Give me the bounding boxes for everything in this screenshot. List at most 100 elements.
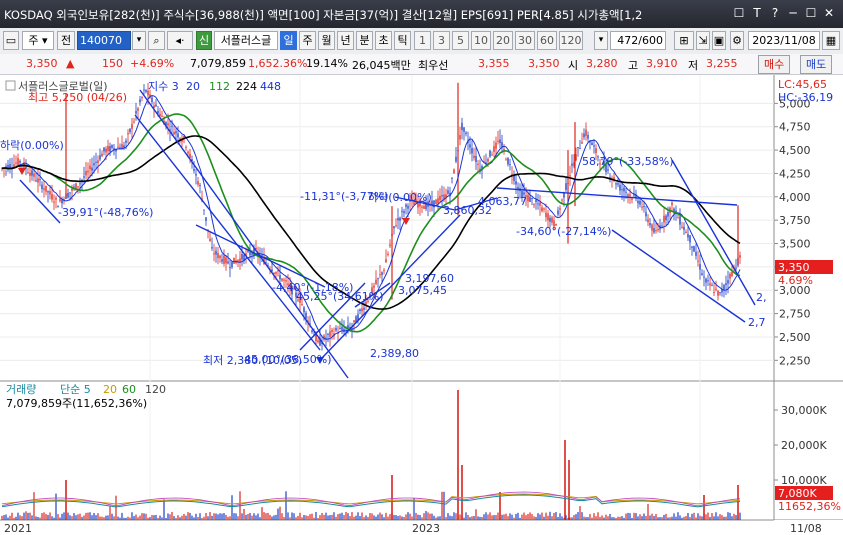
period-second-tab[interactable]: 초 bbox=[375, 31, 392, 50]
candle-body bbox=[29, 172, 31, 176]
period-week-tab[interactable]: 주 bbox=[299, 31, 316, 50]
candle-body bbox=[661, 225, 663, 227]
candle-body bbox=[193, 169, 195, 171]
candle-body bbox=[393, 226, 395, 229]
volume-bar bbox=[175, 517, 177, 520]
interval-120-button[interactable]: 120 bbox=[559, 31, 583, 50]
candle-body bbox=[151, 97, 153, 103]
interval-60-button[interactable]: 60 bbox=[537, 31, 557, 50]
candle-body bbox=[439, 195, 441, 201]
volume-bar bbox=[201, 517, 203, 520]
quote-bar: 3,350 ▲ 150 +4.69% 7,079,859 1,652.36% 1… bbox=[0, 54, 843, 75]
help-icon[interactable]: ? bbox=[767, 5, 783, 21]
candle-body bbox=[677, 217, 679, 219]
settings-icon[interactable]: ⚙ bbox=[730, 31, 744, 50]
candle-body bbox=[15, 162, 17, 164]
volume-bar bbox=[13, 517, 15, 520]
count-field[interactable]: 472/600 bbox=[610, 31, 666, 50]
restore-icon[interactable]: ☐ bbox=[731, 5, 747, 21]
volume-bar bbox=[677, 512, 679, 520]
legend-ma-label: 지수 3 bbox=[148, 80, 179, 93]
candle-body bbox=[437, 198, 439, 204]
candle-body bbox=[363, 307, 365, 310]
maximize-icon[interactable]: ☐ bbox=[803, 5, 819, 21]
save-icon[interactable]: ▣ bbox=[712, 31, 726, 50]
candle-body bbox=[67, 192, 69, 198]
interval-20-button[interactable]: 20 bbox=[493, 31, 513, 50]
annotation-a13: 45,00°(38,50%) bbox=[244, 353, 332, 366]
back-icon[interactable]: ◂· bbox=[167, 31, 193, 50]
text-icon[interactable]: T bbox=[749, 5, 765, 21]
volume-bar bbox=[419, 515, 421, 520]
minimize-icon[interactable]: ─ bbox=[785, 5, 801, 21]
sell-button[interactable]: 매도 bbox=[800, 55, 833, 74]
interval-10-button[interactable]: 10 bbox=[471, 31, 491, 50]
volume-bar bbox=[141, 513, 143, 520]
interval-5-button[interactable]: 5 bbox=[452, 31, 469, 50]
price-tick-label: 4,000 bbox=[779, 191, 811, 204]
volume-bar bbox=[605, 514, 607, 520]
chart-tool-icon[interactable]: ⊞ bbox=[674, 31, 694, 50]
volume-bar bbox=[453, 512, 455, 520]
buy-button[interactable]: 매수 bbox=[758, 55, 791, 74]
volume-legend-20: 20 bbox=[103, 383, 117, 396]
candle-body bbox=[641, 206, 643, 208]
annotation-left-drop: 하락(0.00%) bbox=[0, 138, 64, 152]
legend-toggle-icon[interactable] bbox=[5, 80, 16, 91]
volume-bar bbox=[655, 514, 657, 520]
interval-3-button[interactable]: 3 bbox=[433, 31, 450, 50]
price-tick-label: 4,250 bbox=[779, 167, 811, 180]
close-icon[interactable]: ✕ bbox=[821, 5, 837, 21]
volume-bar bbox=[229, 516, 231, 520]
interval-1-button[interactable]: 1 bbox=[414, 31, 431, 50]
candle-body bbox=[125, 140, 127, 143]
chart-area[interactable]: 5,0004,7504,5004,2504,0003,7503,5003,250… bbox=[0, 75, 843, 535]
candle-body bbox=[529, 197, 531, 202]
volume-bar bbox=[317, 517, 319, 520]
volume-bar bbox=[237, 516, 239, 520]
candle-body bbox=[491, 154, 493, 156]
volume-spike bbox=[564, 440, 566, 520]
volume-bar bbox=[53, 517, 55, 520]
volume-bar bbox=[139, 515, 141, 520]
volume-bar bbox=[149, 517, 151, 520]
high-value: 3,910 bbox=[646, 57, 678, 70]
candle-body bbox=[195, 174, 197, 176]
layout-icon[interactable]: ▭ bbox=[3, 31, 19, 50]
interval-30-button[interactable]: 30 bbox=[515, 31, 535, 50]
volume-bar bbox=[633, 512, 635, 520]
volume-bar bbox=[255, 515, 257, 520]
zoom-icon[interactable]: ⇲ bbox=[696, 31, 710, 50]
code-dropdown-icon[interactable]: ▾ bbox=[132, 31, 146, 50]
calendar-icon[interactable]: ▦ bbox=[822, 31, 840, 50]
volume-bar bbox=[189, 512, 191, 520]
candle-body bbox=[503, 148, 505, 150]
period-minute-tab[interactable]: 분 bbox=[356, 31, 373, 50]
candle-body bbox=[123, 145, 125, 148]
volume-bar bbox=[115, 495, 117, 520]
candle-body bbox=[209, 238, 211, 242]
period-day-tab[interactable]: 일 bbox=[280, 31, 297, 50]
period-tick-tab[interactable]: 틱 bbox=[394, 31, 411, 50]
market-select[interactable]: 주 ▾ bbox=[22, 31, 54, 50]
volume-bar bbox=[725, 516, 727, 520]
volume-bar bbox=[401, 516, 403, 520]
period-month-tab[interactable]: 월 bbox=[318, 31, 335, 50]
volume-tick-label: 20,000K bbox=[781, 439, 827, 452]
volume-bar bbox=[117, 516, 119, 520]
code-input[interactable]: 140070 bbox=[77, 31, 131, 50]
volume-bar bbox=[395, 515, 397, 520]
volume-bar bbox=[299, 512, 301, 520]
volume-bar bbox=[323, 514, 325, 520]
volume-percent: 1,652.36% bbox=[248, 57, 308, 70]
volume-bar bbox=[693, 512, 695, 520]
volume-bar bbox=[249, 513, 251, 520]
date-field[interactable]: 2023/11/08 bbox=[748, 31, 820, 50]
period-year-tab[interactable]: 년 bbox=[337, 31, 354, 50]
volume-bar bbox=[161, 517, 163, 520]
count-dropdown-icon[interactable]: ▾ bbox=[594, 31, 608, 50]
search-icon[interactable]: ⌕ bbox=[148, 31, 165, 50]
turnover-value: 19.14% bbox=[306, 57, 348, 70]
prefix-button[interactable]: 전 bbox=[57, 31, 75, 50]
volume-bar bbox=[81, 516, 83, 520]
